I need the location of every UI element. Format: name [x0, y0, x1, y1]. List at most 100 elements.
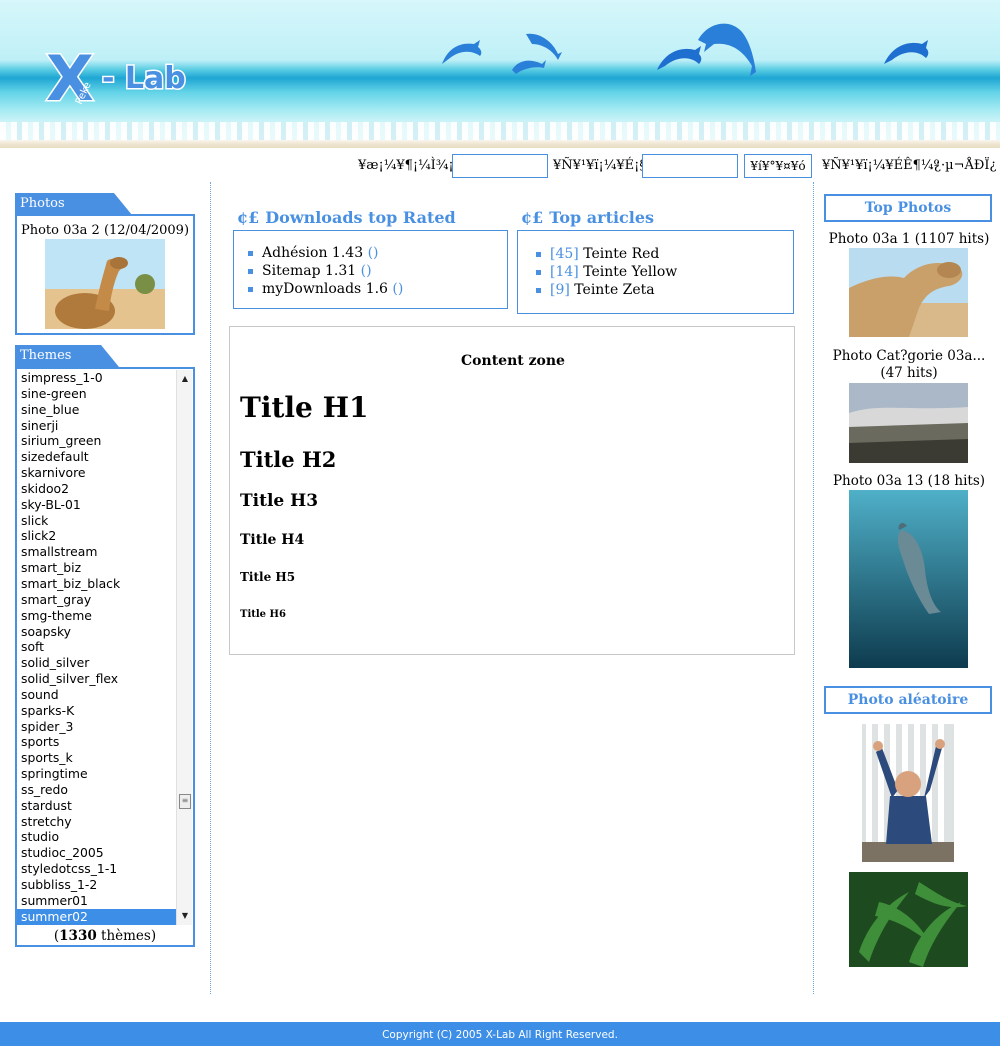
article-name[interactable]: Teinte Yellow	[583, 264, 677, 280]
theme-option[interactable]: solid_silver_flex	[17, 671, 176, 687]
scroll-down-arrow-icon[interactable]: ▼	[177, 909, 193, 923]
downloads-box: Adhésion 1.43 () Sitemap 1.31 () myDownloa…	[233, 230, 508, 309]
top-photo-caption-1: Photo 03a 1 (1107 hits)	[828, 231, 990, 247]
article-name[interactable]: Teinte Red	[583, 246, 659, 262]
article-count: [45]	[550, 246, 584, 262]
recent-photo-camel[interactable]	[45, 239, 165, 329]
heading-h3: Title H3	[240, 491, 319, 511]
theme-option[interactable]: spider_3	[17, 719, 176, 735]
top-photo-camel[interactable]	[849, 248, 968, 337]
theme-option[interactable]: stardust	[17, 798, 176, 814]
article-item[interactable]: [14] Teinte Yellow	[536, 263, 793, 281]
random-photo-man[interactable]	[862, 724, 954, 862]
download-name[interactable]: Sitemap 1.31	[262, 263, 361, 279]
themes-count: (1330 thèmes)	[53, 928, 157, 944]
theme-option[interactable]: sky-BL-01	[17, 497, 176, 513]
top-photo-caption-3: Photo 03a 13 (18 hits)	[832, 473, 986, 489]
theme-option[interactable]: smallstream	[17, 544, 176, 560]
top-photos-title: Top Photos	[824, 194, 992, 222]
theme-option[interactable]: smart_biz	[17, 560, 176, 576]
articles-box: [45] Teinte Red [14] Teinte Yellow [9] Tei…	[517, 230, 794, 314]
heading-h4: Title H4	[240, 532, 305, 548]
theme-option[interactable]: smg-theme	[17, 608, 176, 624]
heading-h2: Title H2	[240, 447, 337, 472]
theme-option[interactable]: stretchy	[17, 814, 176, 830]
scroll-thumb[interactable]: ≡	[179, 794, 191, 809]
sea-foam	[0, 122, 1000, 140]
password-label: ¥Ñ¥¹¥ï¡¼¥É¡§	[553, 158, 646, 173]
top-photo-birds[interactable]	[849, 383, 968, 463]
login-bar: ¥æ¡¼¥¶¡¼Ì¾¡§ ¥Ñ¥¹¥ï¡¼¥É¡§ ¥í¥°¥¤¥ó ¥Ñ¥¹¥…	[0, 152, 1000, 180]
download-item[interactable]: myDownloads 1.6 ()	[248, 280, 507, 298]
dolphin-icon	[698, 23, 756, 76]
article-item[interactable]: [45] Teinte Red	[536, 245, 793, 263]
theme-option[interactable]: solid_silver	[17, 655, 176, 671]
login-button[interactable]: ¥í¥°¥¤¥ó	[744, 154, 812, 178]
random-photo-title: Photo aléatoire	[824, 686, 992, 714]
article-count: [14]	[550, 264, 584, 280]
password-input[interactable]	[642, 154, 738, 178]
theme-option[interactable]: sports	[17, 734, 176, 750]
theme-option[interactable]: summer01	[17, 893, 176, 909]
theme-option[interactable]: slick2	[17, 528, 176, 544]
right-column-divider	[813, 182, 814, 994]
theme-option[interactable]: sine-green	[17, 386, 176, 402]
download-item[interactable]: Adhésion 1.43 ()	[248, 244, 507, 262]
theme-option[interactable]: studio	[17, 829, 176, 845]
username-label: ¥æ¡¼¥¶¡¼Ì¾¡§	[358, 158, 461, 173]
themes-tab: Themes	[15, 345, 119, 367]
theme-option[interactable]: soft	[17, 639, 176, 655]
heading-h1: Title H1	[240, 391, 369, 424]
footer: Copyright (C) 2005 X-Lab All Right Reser…	[0, 1022, 1000, 1046]
theme-option[interactable]: sinerji	[17, 418, 176, 434]
theme-option[interactable]: sound	[17, 687, 176, 703]
content-zone-label: Content zone	[461, 353, 565, 369]
dolphin-icon	[512, 33, 562, 74]
username-input[interactable]	[452, 154, 548, 178]
header-banner: X Peke - Lab	[0, 0, 1000, 148]
theme-option[interactable]: subbliss_1-2	[17, 877, 176, 893]
theme-option[interactable]: smart_biz_black	[17, 576, 176, 592]
themes-listbox[interactable]: simpress_1-0 sine-green sine_blue sinerji si…	[17, 370, 176, 925]
article-name[interactable]: Teinte Zeta	[574, 282, 654, 298]
heading-h5: Title H5	[240, 570, 296, 584]
theme-option[interactable]: sizedefault	[17, 449, 176, 465]
downloads-title: ¢£ Downloads top Rated	[237, 208, 456, 227]
theme-option[interactable]: smart_gray	[17, 592, 176, 608]
theme-option[interactable]: sine_blue	[17, 402, 176, 418]
download-rating-link[interactable]: ()	[361, 263, 372, 279]
register-link[interactable]: ¿·µ¬ÅÐÏ¿	[934, 158, 996, 173]
site-logo[interactable]: X Peke - Lab	[44, 40, 214, 113]
download-name[interactable]: myDownloads 1.6	[262, 281, 392, 297]
dolphin-icon	[884, 40, 929, 64]
download-rating-link[interactable]: ()	[368, 245, 379, 261]
article-item[interactable]: [9] Teinte Zeta	[536, 281, 793, 299]
theme-option[interactable]: styledotcss_1-1	[17, 861, 176, 877]
content-zone: Content zone Title H1 Title H2 Title H3 …	[229, 326, 795, 655]
random-photo-plant[interactable]	[849, 872, 968, 967]
theme-option[interactable]: sirium_green	[17, 433, 176, 449]
download-rating-link[interactable]: ()	[392, 281, 403, 297]
theme-option[interactable]: sparks-K	[17, 703, 176, 719]
theme-option[interactable]: ss_redo	[17, 782, 176, 798]
download-name[interactable]: Adhésion 1.43	[262, 245, 368, 261]
theme-option[interactable]: summer02	[17, 908, 176, 925]
theme-option[interactable]: skidoo2	[17, 481, 176, 497]
theme-option[interactable]: soapsky	[17, 624, 176, 640]
theme-option[interactable]: sports_k	[17, 750, 176, 766]
dolphin-icon	[442, 40, 482, 64]
theme-option[interactable]: simpress_1-0	[17, 370, 176, 386]
scroll-up-arrow-icon[interactable]: ▲	[177, 372, 193, 386]
recent-photo-caption: Photo 03a 2 (12/04/2009)	[20, 223, 190, 238]
theme-option[interactable]: springtime	[17, 766, 176, 782]
theme-option[interactable]: slick	[17, 513, 176, 529]
download-item[interactable]: Sitemap 1.31 ()	[248, 262, 507, 280]
themes-scrollbar[interactable]: ▲ ≡ ▼	[176, 370, 192, 925]
lost-password-link[interactable]: ¥Ñ¥¹¥ï¡¼¥ÉÊ¶¼º	[822, 158, 940, 173]
top-photo-dolphin[interactable]	[849, 490, 968, 668]
theme-option[interactable]: studioc_2005	[17, 845, 176, 861]
articles-title: ¢£ Top articles	[521, 208, 655, 227]
recent-photos-block: Photo 03a 2 (12/04/2009)	[15, 214, 195, 335]
photos-recentes-tab: Photos récentes	[15, 193, 132, 233]
theme-option[interactable]: skarnivore	[17, 465, 176, 481]
